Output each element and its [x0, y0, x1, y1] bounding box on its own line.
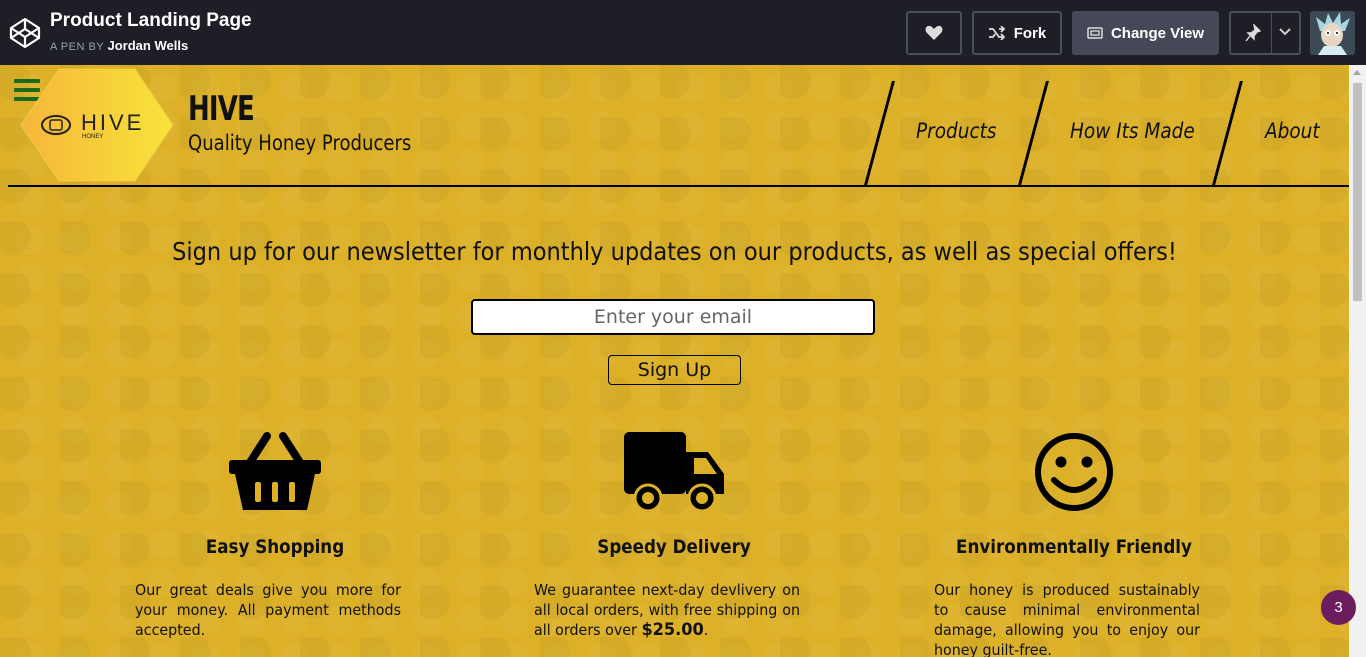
sign-up-button[interactable]: Sign Up: [608, 355, 741, 385]
pin-icon: [1245, 24, 1261, 42]
feature-description-end: .: [703, 621, 709, 639]
scroll-up-arrow-icon[interactable]: [1353, 70, 1361, 75]
email-input[interactable]: [471, 299, 875, 335]
logo-subtext: HONEY: [82, 134, 103, 140]
avatar-image: [1310, 11, 1355, 55]
shopping-basket-icon: [229, 432, 321, 510]
feature-description: Our great deals give you more for your m…: [135, 581, 401, 639]
logo-text: HIVE: [81, 110, 144, 135]
layout-icon: [1087, 27, 1103, 39]
nav-divider: [864, 81, 895, 185]
newsletter-heading: Sign up for our newsletter for monthly u…: [172, 237, 1177, 266]
codepen-header: Product Landing Page A PEN BY Jordan Wel…: [0, 0, 1366, 65]
brand-name: HIVE: [188, 89, 255, 129]
pen-author-prefix: A PEN BY: [50, 41, 104, 53]
feature-description: Our honey is produced sustainably to cau…: [934, 581, 1200, 657]
brand-tagline: Quality Honey Producers: [188, 131, 412, 155]
nav-divider: [1212, 81, 1243, 185]
nav-divider: [1018, 81, 1049, 185]
change-view-button[interactable]: Change View: [1072, 11, 1219, 55]
heart-icon: [925, 25, 943, 40]
notification-badge[interactable]: 3: [1321, 590, 1356, 625]
codepen-logo-icon[interactable]: [8, 16, 42, 50]
fork-label: Fork: [1013, 24, 1047, 42]
feature-title: Easy Shopping: [205, 536, 345, 558]
feature-description: We guarantee next-day devlivery on all l…: [534, 580, 800, 640]
chevron-down-icon[interactable]: [1279, 28, 1291, 36]
nav-link-about[interactable]: About: [1265, 119, 1320, 143]
feature-title: Environmentally Friendly: [956, 536, 1192, 558]
hive-logo[interactable]: HIVE HONEY: [19, 67, 175, 183]
change-view-label: Change View: [1110, 24, 1205, 42]
pin-divider: [1271, 13, 1272, 53]
pen-author-name[interactable]: Jordan Wells: [108, 38, 189, 53]
pin-button[interactable]: [1229, 11, 1301, 55]
fork-button[interactable]: Fork: [972, 11, 1062, 55]
shipping-threshold: $25.00: [641, 620, 704, 640]
smiley-icon: [1035, 433, 1113, 511]
pen-author: A PEN BY Jordan Wells: [50, 38, 188, 53]
preview-scrollbar[interactable]: [1349, 65, 1366, 657]
scrollbar-thumb[interactable]: [1353, 83, 1362, 301]
header-divider: [8, 185, 1349, 187]
like-button[interactable]: [906, 11, 962, 55]
nav-link-products[interactable]: Products: [916, 119, 997, 143]
pen-preview: HIVE HONEY HIVE Quality Honey Producers …: [0, 65, 1366, 657]
truck-icon: [624, 432, 724, 513]
fork-icon: [988, 26, 1006, 40]
user-avatar[interactable]: [1310, 11, 1355, 55]
pen-title[interactable]: Product Landing Page: [50, 10, 252, 32]
feature-title: Speedy Delivery: [597, 536, 751, 558]
nav-link-how-its-made[interactable]: How Its Made: [1070, 119, 1195, 143]
